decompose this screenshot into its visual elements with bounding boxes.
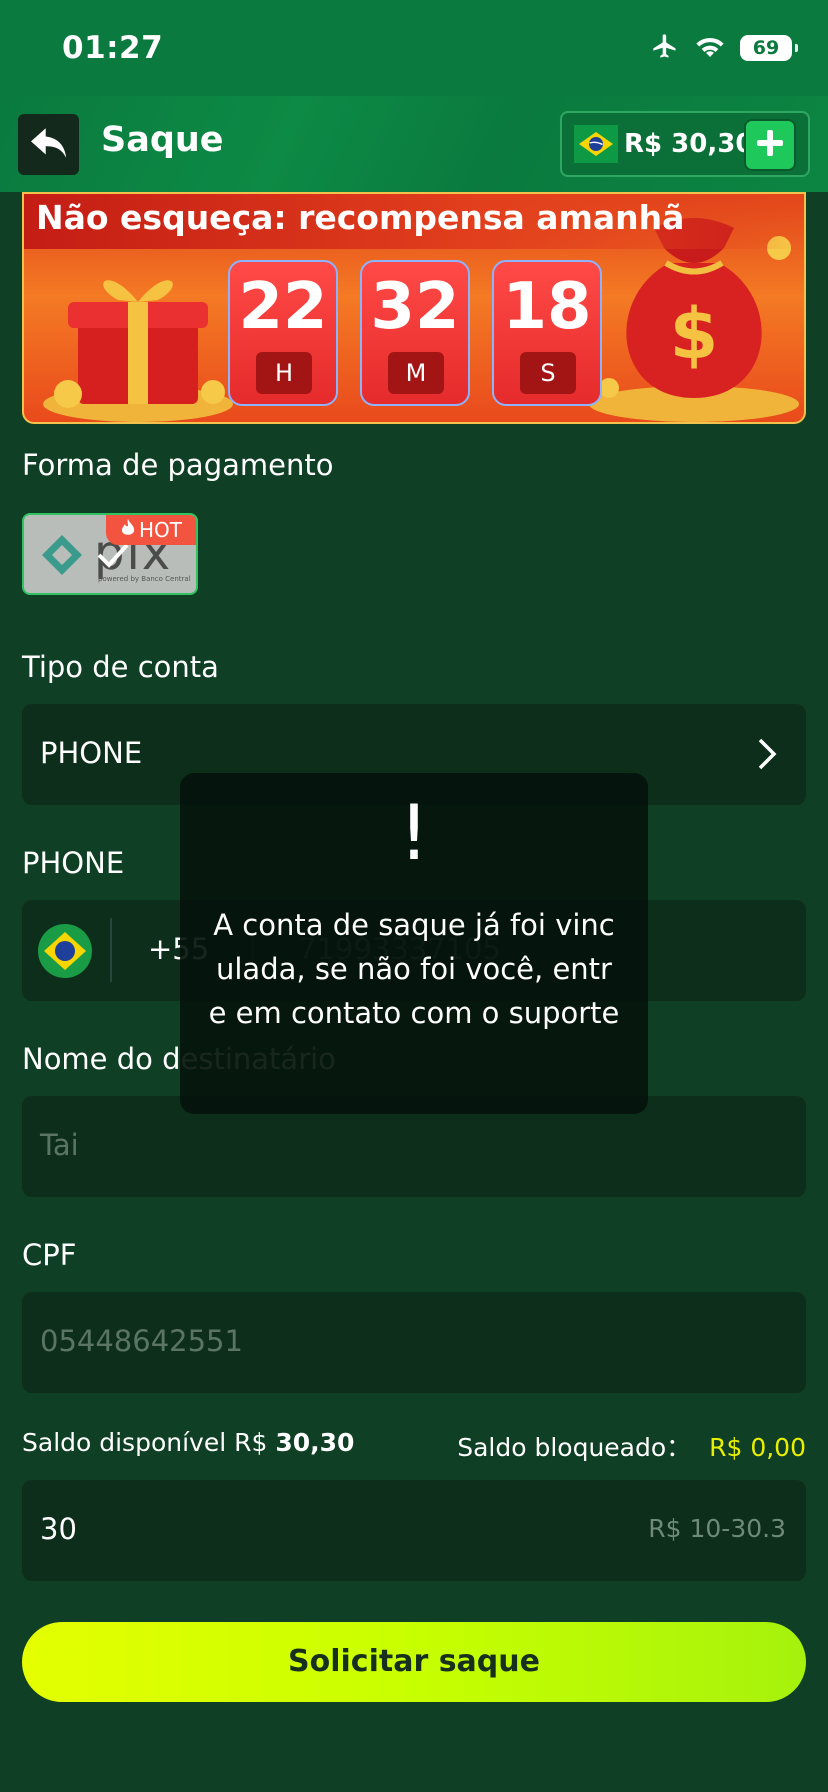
status-bar: 01:27 69 — [0, 0, 828, 96]
banner-title: Não esqueça: recompensa amanhã — [36, 198, 685, 237]
countdown-seconds: 18 S — [492, 260, 602, 406]
recipient-name-value: Tai — [40, 1128, 79, 1162]
payment-method-label: Forma de pagamento — [22, 448, 334, 482]
countdown-hours-value: 22 — [238, 270, 328, 344]
balance-amount: R$ 30,30 — [624, 129, 754, 159]
hot-badge: HOT — [106, 515, 196, 545]
exclamation-icon: ! — [398, 788, 430, 877]
status-icons: 69 — [650, 32, 798, 64]
balance-widget[interactable]: R$ 30,30 — [560, 111, 810, 177]
status-time: 01:27 — [62, 30, 164, 66]
warning-toast: ! A conta de saque já foi vinculada, se … — [180, 773, 648, 1114]
gift-box-icon — [43, 280, 233, 422]
battery-icon: 69 — [740, 35, 798, 61]
countdown-minutes-unit: M — [388, 352, 444, 394]
countdown-seconds-value: 18 — [502, 270, 592, 344]
hot-badge-label: HOT — [139, 518, 182, 542]
brazil-flag-icon — [574, 125, 618, 163]
flame-icon — [120, 518, 136, 543]
available-balance-value: 30,30 — [275, 1428, 355, 1457]
toast-message: A conta de saque já foi vinculada, se nã… — [208, 908, 620, 1030]
pix-subtitle: powered by Banco Central — [98, 575, 191, 583]
blocked-balance: Saldo bloqueado： R$ 0,00 — [457, 1428, 806, 1464]
account-type-label: Tipo de conta — [22, 650, 219, 684]
cpf-label: CPF — [22, 1238, 77, 1272]
cpf-input[interactable]: 05448642551 — [22, 1292, 806, 1393]
checkmark-icon — [96, 541, 130, 573]
reward-countdown-banner[interactable]: $ Não esqueça: recompensa amanhã 22 H 32… — [22, 192, 806, 424]
request-withdraw-button[interactable]: Solicitar saque — [22, 1622, 806, 1702]
wifi-icon — [694, 33, 726, 63]
app-header: Saque R$ 30,30 — [0, 96, 828, 192]
countdown-hours: 22 H — [228, 260, 338, 406]
cpf-value: 05448642551 — [40, 1324, 243, 1358]
phone-divider — [110, 918, 112, 982]
available-balance-label: Saldo disponível R$ — [22, 1428, 268, 1457]
blocked-balance-value: R$ 0,00 — [709, 1433, 806, 1462]
withdraw-amount-hint: R$ 10-30.3 — [648, 1514, 786, 1543]
pix-logo-icon — [36, 533, 88, 581]
blocked-balance-label: Saldo bloqueado： — [457, 1433, 692, 1462]
countdown-minutes: 32 M — [360, 260, 470, 406]
deposit-button[interactable] — [744, 119, 796, 171]
phone-label: PHONE — [22, 846, 125, 880]
countdown-minutes-value: 32 — [370, 270, 460, 344]
back-button[interactable] — [18, 114, 79, 175]
brazil-flag-icon — [38, 924, 92, 982]
plus-icon — [755, 128, 785, 162]
countdown-seconds-unit: S — [520, 352, 576, 394]
banner-title-bar: Não esqueça: recompensa amanhã — [24, 194, 804, 249]
payment-option-pix[interactable]: pix powered by Banco Central HOT — [22, 513, 198, 595]
page-title: Saque — [101, 120, 224, 160]
back-arrow-icon — [29, 125, 69, 165]
account-type-value: PHONE — [40, 736, 143, 770]
chevron-right-icon — [756, 736, 780, 776]
countdown-hours-unit: H — [256, 352, 312, 394]
withdraw-amount-input[interactable]: 30 R$ 10-30.3 — [22, 1480, 806, 1581]
withdraw-amount-value: 30 — [40, 1512, 77, 1546]
available-balance: Saldo disponível R$ 30,30 — [22, 1428, 354, 1457]
svg-text:$: $ — [670, 293, 719, 375]
airplane-icon — [650, 32, 680, 64]
